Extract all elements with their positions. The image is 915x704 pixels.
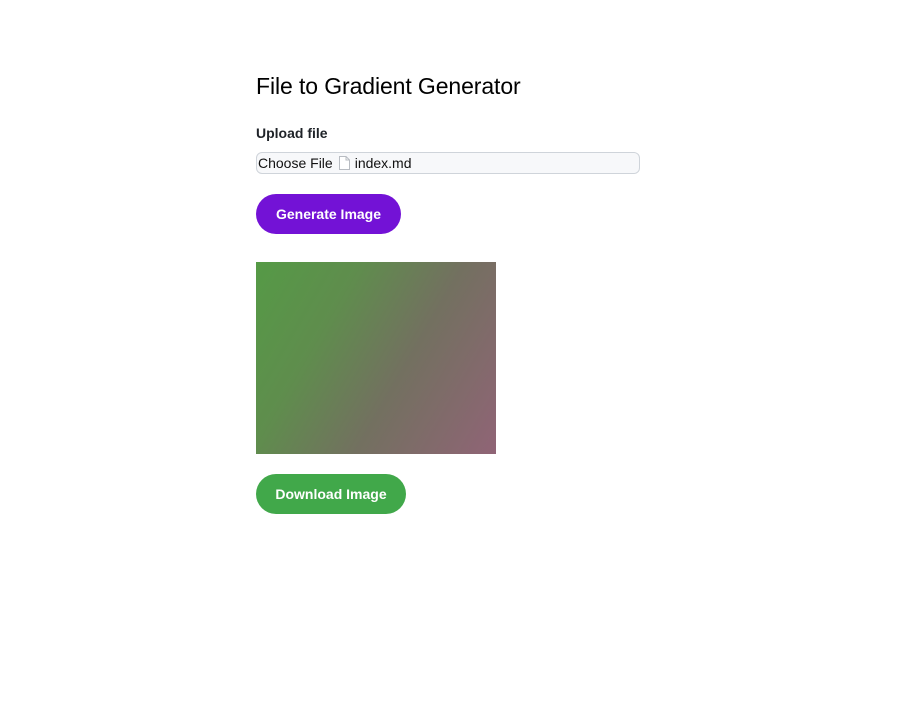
document-icon [338, 156, 350, 170]
download-image-button[interactable]: Download Image [256, 474, 406, 514]
file-input[interactable]: Choose File index.md [256, 152, 640, 174]
generate-image-button[interactable]: Generate Image [256, 194, 401, 234]
page-title: File to Gradient Generator [256, 73, 521, 99]
gradient-preview-image [256, 262, 496, 454]
selected-file-name: index.md [354, 155, 412, 171]
app-container: File to Gradient Generator Upload file C… [256, 70, 640, 514]
upload-label: Upload file [256, 125, 328, 141]
choose-file-button[interactable]: Choose File [257, 155, 333, 171]
